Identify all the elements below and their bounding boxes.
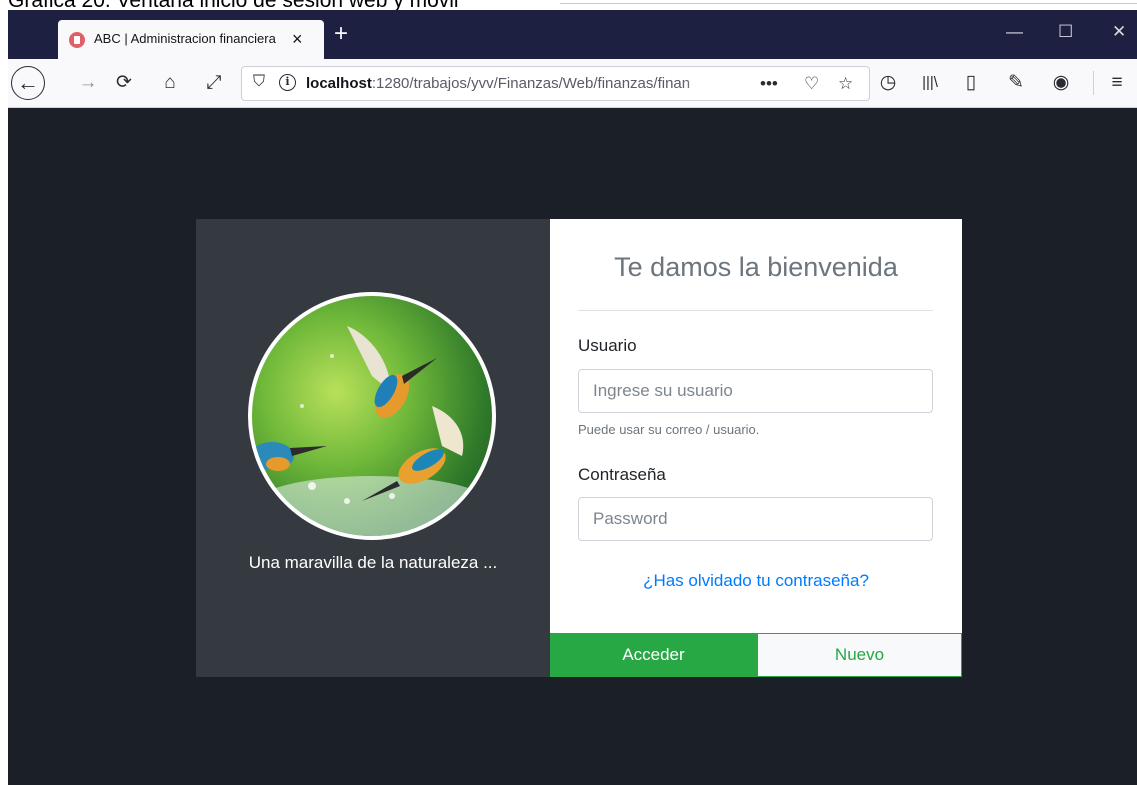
minimize-icon[interactable]: —	[1006, 22, 1023, 42]
tab-title: ABC | Administracion financiera	[94, 31, 276, 46]
history-icon[interactable]: ◷	[876, 71, 900, 95]
back-icon[interactable]: ←	[11, 66, 45, 100]
close-window-icon[interactable]: ✕	[1112, 22, 1126, 42]
user-label: Usuario	[578, 336, 637, 355]
welcome-title: Te damos la bienvenida	[614, 252, 898, 282]
tracking-shield-icon[interactable]: ⛉	[253, 73, 265, 91]
pocket-icon[interactable]: ♡	[804, 73, 819, 95]
user-input[interactable]	[578, 369, 933, 413]
maximize-icon[interactable]: ☐	[1058, 22, 1073, 42]
forward-icon[interactable]: →	[76, 71, 100, 95]
url-path: :1280/trabajos/yvv/Finanzas/Web/finanzas…	[371, 75, 691, 92]
new-account-button[interactable]: Nuevo	[757, 633, 962, 677]
url-text[interactable]: localhost:1280/trabajos/yvv/Finanzas/Web…	[306, 75, 726, 92]
home-icon[interactable]: ⌂	[158, 71, 182, 95]
url-host: localhost	[306, 75, 372, 92]
toolbar-separator	[1093, 71, 1094, 95]
caption-divider	[560, 3, 1137, 4]
kingfisher-photo	[248, 292, 496, 540]
tab-close-icon[interactable]: ×	[292, 27, 303, 51]
site-info-icon[interactable]: i	[279, 74, 296, 91]
image-caption: Una maravilla de la naturaleza ...	[248, 553, 498, 572]
library-icon[interactable]: |||\	[918, 71, 942, 95]
favicon-icon	[69, 32, 85, 48]
page-actions-icon[interactable]: •••	[760, 73, 778, 95]
browser-titlebar: ABC | Administracion financiera × + — ☐ …	[8, 10, 1137, 59]
menu-icon[interactable]: ≡	[1105, 71, 1129, 95]
birds-illustration	[252, 326, 492, 536]
password-label: Contraseña	[578, 465, 666, 484]
login-button[interactable]: Acceder	[550, 633, 757, 677]
login-image-panel: Una maravilla de la naturaleza ...	[196, 219, 550, 677]
sidebar-icon[interactable]: ▯	[959, 71, 983, 95]
account-icon[interactable]: ◉	[1049, 71, 1073, 95]
bookmark-star-icon[interactable]: ☆	[838, 73, 853, 95]
forgot-password-link[interactable]: ¿Has olvidado tu contraseña?	[550, 571, 962, 591]
fullscreen-icon[interactable]: ⤢	[202, 71, 226, 95]
url-fade	[682, 69, 732, 98]
address-bar[interactable]: ⛉ i localhost:1280/trabajos/yvv/Finanzas…	[241, 66, 870, 101]
browser-toolbar: ← → ⟳ ⌂ ⤢ ⛉ i localhost:1280/trabajos/yv…	[8, 59, 1137, 108]
password-input[interactable]	[578, 497, 933, 541]
browser-window: ABC | Administracion financiera × + — ☐ …	[8, 10, 1137, 785]
login-form-panel: Te damos la bienvenida Usuario Puede usa…	[550, 219, 962, 677]
screenshot-root: Gráfica 20. Ventana inicio de sesión web…	[0, 0, 1137, 785]
reload-icon[interactable]: ⟳	[112, 71, 136, 95]
browser-tab-active[interactable]: ABC | Administracion financiera ×	[58, 20, 324, 59]
web-page: Una maravilla de la naturaleza ... Te da…	[8, 109, 1137, 785]
new-tab-icon[interactable]: +	[334, 22, 348, 46]
title-divider	[578, 310, 933, 311]
user-help-text: Puede usar su correo / usuario.	[578, 422, 760, 437]
eyedropper-icon[interactable]: ✎	[1004, 71, 1028, 95]
